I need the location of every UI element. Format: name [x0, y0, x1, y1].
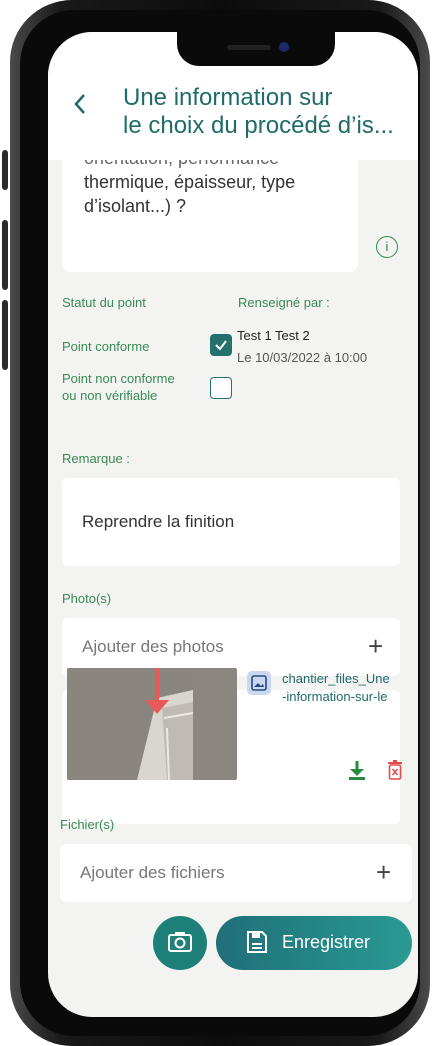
- question-card: orientation, performance thermique, épai…: [62, 140, 358, 272]
- conforme-label: Point conforme: [62, 339, 150, 354]
- filled-by-label: Renseigné par :: [238, 295, 330, 310]
- non-conforme-label-line: ou non vérifiable: [62, 388, 158, 403]
- save-icon: [247, 931, 267, 953]
- front-camera: [279, 42, 289, 52]
- side-button: [2, 150, 8, 190]
- non-conforme-label: Point non conforme ou non vérifiable: [62, 370, 175, 404]
- plus-icon: +: [368, 631, 384, 661]
- non-conforme-checkbox[interactable]: [210, 377, 232, 399]
- filled-date: Le 10/03/2022 à 10:00: [237, 350, 368, 365]
- save-label: Enregistrer: [282, 932, 371, 952]
- question-line: d’isolant...) ?: [84, 196, 187, 216]
- add-files-label: Ajouter des fichiers: [80, 863, 225, 882]
- photo-file-name-line: -information-sur-le: [282, 689, 388, 704]
- add-photos-label: Ajouter des photos: [82, 637, 224, 656]
- download-icon[interactable]: [348, 760, 366, 785]
- notch: [177, 32, 335, 66]
- remark-field[interactable]: Reprendre la finition: [62, 478, 400, 566]
- photo-file-name-line: chantier_files_Une: [282, 671, 390, 686]
- photo-thumbnail[interactable]: [67, 668, 237, 780]
- question-text: orientation, performance thermique, épai…: [84, 148, 344, 218]
- question-line: thermique, épaisseur, type: [84, 172, 296, 192]
- camera-icon: [168, 932, 192, 952]
- camera-button[interactable]: [153, 916, 207, 970]
- files-label: Fichier(s): [60, 817, 115, 832]
- photo-image: [67, 668, 194, 780]
- image-file-icon: [247, 671, 271, 695]
- side-button: [2, 300, 8, 370]
- remark-label: Remarque :: [62, 451, 130, 466]
- photos-label: Photo(s): [62, 591, 112, 606]
- add-files-button[interactable]: Ajouter des fichiers +: [60, 844, 412, 902]
- speaker-grille: [227, 45, 271, 50]
- remark-value: Reprendre la finition: [82, 512, 235, 531]
- check-icon: [215, 340, 227, 351]
- non-conforme-label-line: Point non conforme: [62, 371, 175, 386]
- save-button[interactable]: Enregistrer: [216, 916, 412, 970]
- side-button: [2, 220, 8, 290]
- conforme-checkbox[interactable]: [210, 334, 232, 356]
- status-title: Statut du point: [62, 295, 146, 310]
- trash-icon[interactable]: [387, 760, 403, 785]
- photo-file-name[interactable]: chantier_files_Une -information-sur-le: [282, 670, 390, 706]
- plus-icon: +: [376, 857, 392, 887]
- filled-by-name: Test 1 Test 2: [237, 328, 310, 343]
- question-line: orientation, performance: [84, 148, 280, 168]
- info-icon[interactable]: i: [376, 236, 398, 258]
